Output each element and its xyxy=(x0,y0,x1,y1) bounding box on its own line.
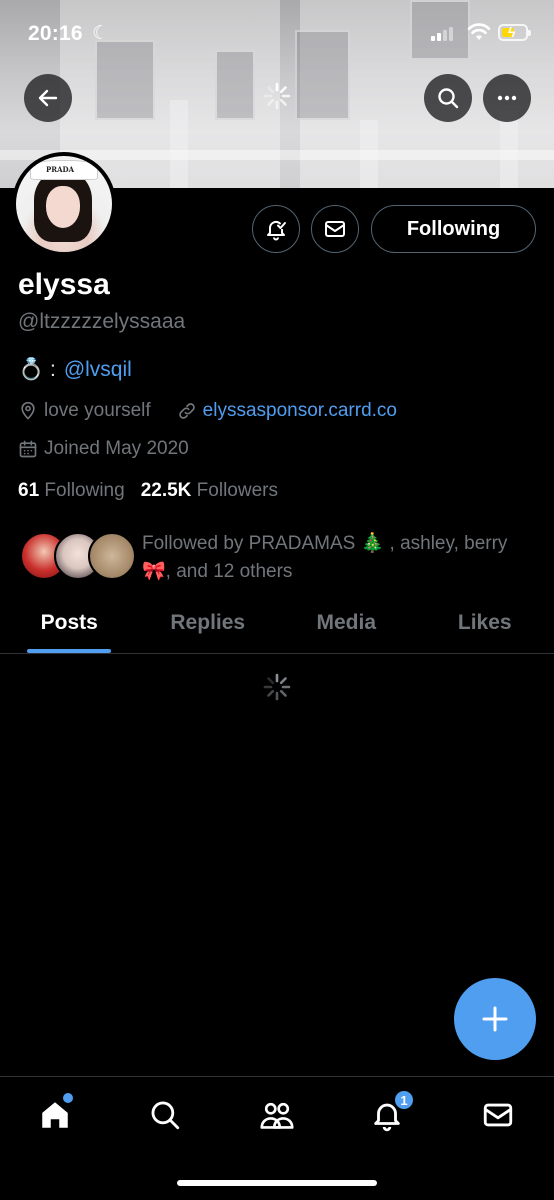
plus-icon xyxy=(482,1006,508,1032)
website-link[interactable]: elyssasponsor.carrd.co xyxy=(203,400,397,422)
calendar-icon xyxy=(19,440,37,458)
messages-icon xyxy=(483,1103,513,1127)
arrow-left-icon xyxy=(38,89,58,107)
joined-text: Joined May 2020 xyxy=(44,438,189,459)
tab-likes[interactable]: Likes xyxy=(416,592,554,653)
search-icon xyxy=(438,88,459,109)
compose-post-button[interactable] xyxy=(454,978,536,1060)
more-dots-icon xyxy=(497,95,517,101)
home-unread-dot xyxy=(63,1093,73,1103)
status-time: 20:16 xyxy=(28,22,83,45)
link-icon xyxy=(178,403,195,419)
home-indicator[interactable] xyxy=(177,1180,377,1186)
more-options-button[interactable] xyxy=(483,74,531,122)
tab-posts[interactable]: Posts xyxy=(0,592,139,653)
followers-count-link[interactable]: 22.5K Followers xyxy=(141,480,278,502)
search-icon xyxy=(151,1101,180,1130)
follower-avatar-3 xyxy=(88,532,136,580)
profile-meta-joined: Joined May 2020 xyxy=(18,438,189,460)
avatar-hat-text: PRADA xyxy=(46,165,75,174)
nav-communities[interactable] xyxy=(255,1095,299,1135)
battery-icon: ϟ xyxy=(498,24,531,41)
wifi-icon xyxy=(467,22,491,47)
envelope-icon xyxy=(325,221,345,237)
following-count-link[interactable]: 61 Following xyxy=(18,480,125,502)
profile-tabs: Posts Replies Media Likes xyxy=(0,592,554,654)
message-button[interactable] xyxy=(311,205,359,253)
user-handle: @ltzzzzzelyssaaa xyxy=(18,310,186,333)
feed-loading-spinner-icon xyxy=(263,673,291,701)
tab-replies[interactable]: Replies xyxy=(139,592,278,653)
nav-search[interactable] xyxy=(143,1095,187,1135)
followed-by-text: Followed by PRADAMAS 🎄 , ashley, berry 🎀… xyxy=(142,533,508,582)
cellular-signal-icon xyxy=(431,27,453,41)
location-text: love yourself xyxy=(44,400,151,421)
display-name: elyssa xyxy=(18,268,110,301)
nav-notifications[interactable]: 1 xyxy=(365,1089,415,1135)
follow-counts: 61 Following 22.5K Followers xyxy=(18,480,278,502)
bio-prefix: 💍 : xyxy=(18,358,56,381)
communities-icon xyxy=(260,1102,294,1129)
nav-messages[interactable] xyxy=(476,1095,520,1135)
profile-meta-location: love yourself elyssasponsor.carrd.co xyxy=(18,400,397,422)
notifications-badge: 1 xyxy=(393,1089,415,1111)
following-button[interactable]: Following xyxy=(371,205,536,253)
location-pin-icon xyxy=(21,401,35,420)
tab-media[interactable]: Media xyxy=(277,592,416,653)
search-button[interactable] xyxy=(424,74,472,122)
followed-by-row[interactable]: Followed by PRADAMAS 🎄 , ashley, berry 🎀… xyxy=(20,530,540,582)
status-bar: 20:16 ☾ ϟ xyxy=(0,0,554,66)
bio-mention-link[interactable]: @lvsqil xyxy=(64,358,132,382)
following-count: 61 xyxy=(18,480,40,501)
loading-spinner-icon xyxy=(263,82,291,110)
notifications-toggle-button[interactable] xyxy=(252,205,300,253)
avatar-image: PRADA xyxy=(16,156,112,252)
followers-label: Followers xyxy=(196,480,278,501)
following-label: Following xyxy=(44,480,125,501)
profile-avatar[interactable]: PRADA xyxy=(12,152,116,256)
moon-icon: ☾ xyxy=(92,23,110,44)
bio: 💍 : @lvsqil xyxy=(18,358,132,382)
nav-home[interactable] xyxy=(33,1093,77,1135)
back-button[interactable] xyxy=(24,74,72,122)
bell-check-icon xyxy=(267,220,286,241)
home-icon xyxy=(42,1102,68,1128)
followers-count: 22.5K xyxy=(140,480,192,501)
